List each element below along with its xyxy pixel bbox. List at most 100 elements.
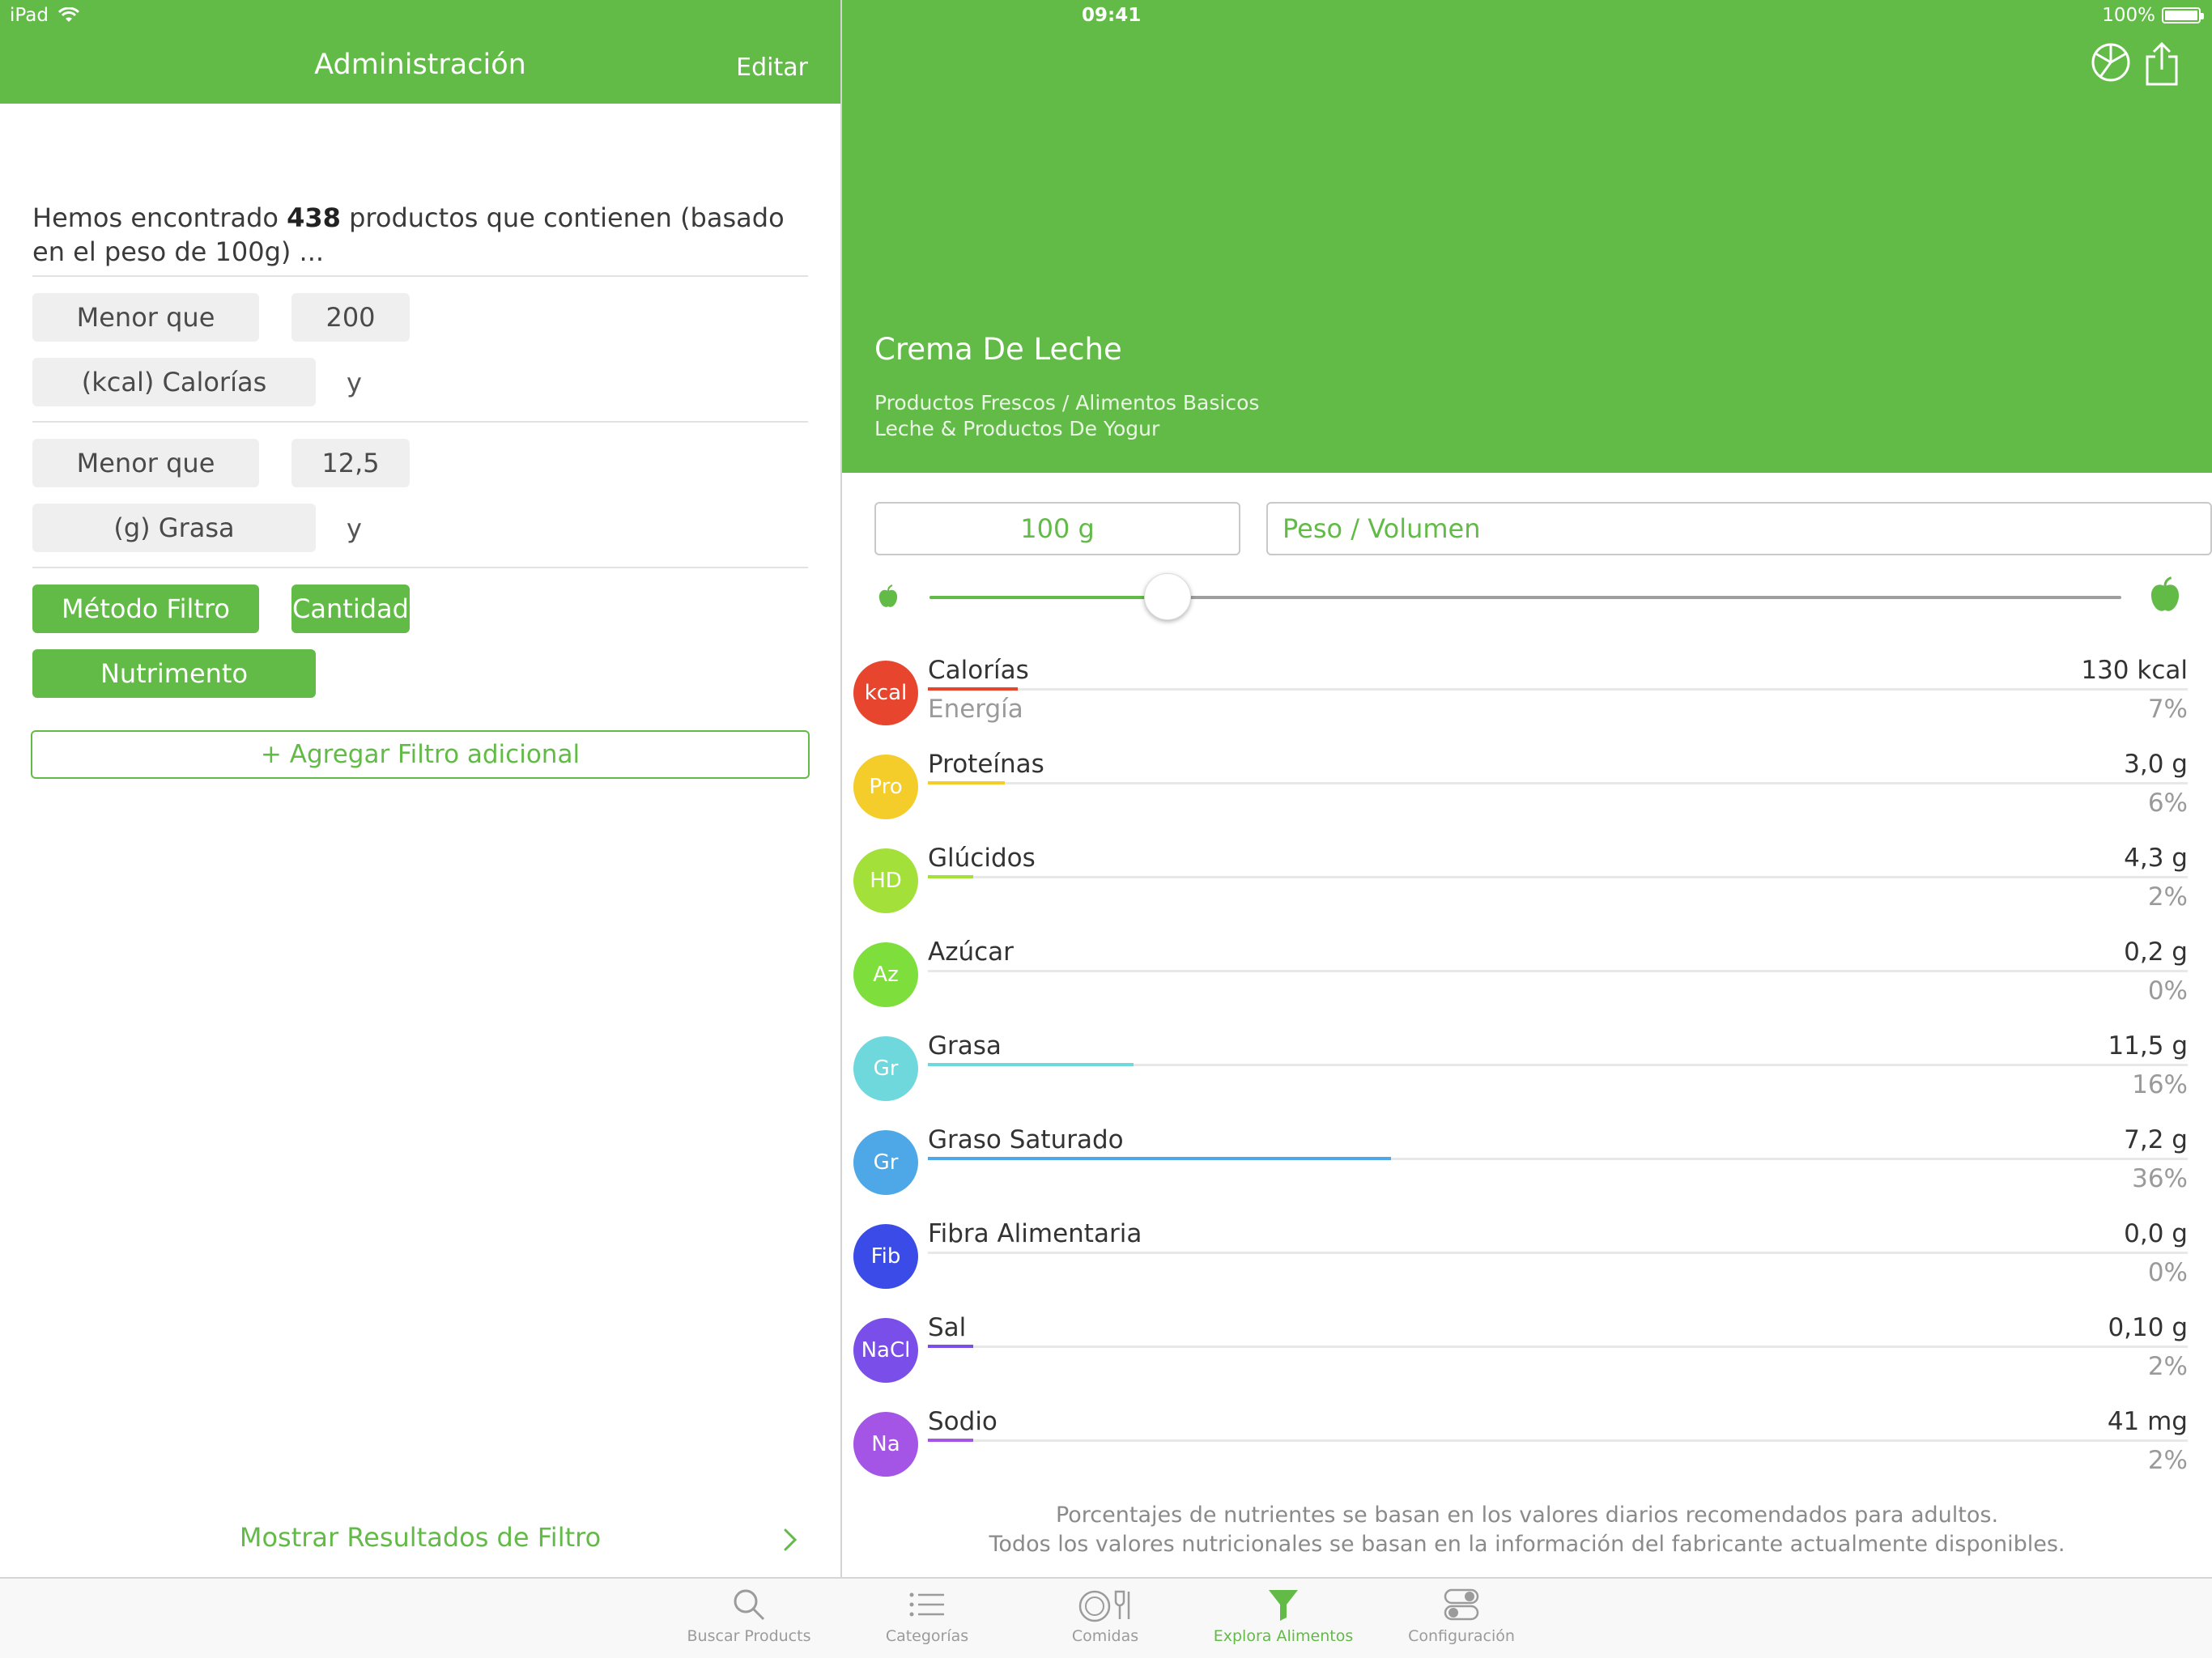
tab-meals[interactable]: Comidas [1016, 1587, 1194, 1645]
filter-2-value[interactable]: 12,5 [291, 439, 410, 487]
list-icon [909, 1592, 944, 1617]
divider [32, 567, 808, 568]
divider [32, 275, 808, 277]
nutrient-amount: 0,2 g [2124, 937, 2188, 967]
device-label: iPad [10, 5, 49, 26]
nutrient-percent: 2% [2147, 1446, 2188, 1475]
nutrient-row[interactable]: Pro Proteínas 3,0 g 6% [842, 742, 2212, 835]
nutrient-bar-track [928, 1252, 2188, 1254]
nutrient-bar-track [928, 1063, 2188, 1066]
search-icon [734, 1589, 765, 1621]
nutrient-badge: Gr [853, 1036, 918, 1101]
nutrient-name: Sal [928, 1313, 967, 1342]
nutrient-bar-track [928, 1157, 2188, 1160]
battery-percent: 100% [2102, 5, 2155, 26]
nutrient-name: Grasa [928, 1031, 1002, 1061]
nutrient-percent: 0% [2147, 1258, 2188, 1287]
nutrient-amount: 41 mg [2107, 1407, 2188, 1436]
nutrient-row[interactable]: Fib Fibra Alimentaria 0,0 g 0% [842, 1211, 2212, 1305]
nutrient-name: Glúcidos [928, 844, 1036, 873]
chevron-right-icon[interactable] [776, 1525, 805, 1554]
nutrient-bar [928, 875, 973, 878]
nutrient-amount: 3,0 g [2124, 750, 2188, 779]
nutrient-row[interactable]: NaCl Sal 0,10 g 2% [842, 1305, 2212, 1399]
portion-slider-thumb[interactable] [1144, 573, 1192, 620]
nutrient-bar-track [928, 875, 2188, 878]
portion-slider-track[interactable] [929, 596, 2121, 599]
nutrient-name: Proteínas [928, 750, 1044, 779]
filter-2-nutrient[interactable]: (g) Grasa [32, 504, 316, 552]
nutrient-name: Calorías [928, 656, 1029, 685]
nutrient-name: Sodio [928, 1407, 998, 1436]
nutrient-bar-track [928, 687, 2188, 691]
nutrient-row[interactable]: Gr Grasa 11,5 g 16% [842, 1023, 2212, 1117]
nutrient-percent: 16% [2132, 1070, 2188, 1099]
nutrient-bar [928, 781, 1006, 784]
nutrient-name: Graso Saturado [928, 1125, 1124, 1154]
quantity-button[interactable]: Cantidad [291, 585, 410, 633]
nutrient-badge: NaCl [853, 1318, 918, 1383]
nutrient-row[interactable]: Gr Graso Saturado 7,2 g 36% [842, 1117, 2212, 1211]
tab-explore-foods[interactable]: Explora Alimentos [1194, 1587, 1372, 1645]
nutrient-bar-track [928, 1439, 2188, 1442]
add-filter-button[interactable]: + Agregar Filtro adicional [31, 730, 810, 779]
nutrient-amount: 0,0 g [2124, 1219, 2188, 1248]
nutrient-badge: Az [853, 942, 918, 1007]
filter-1-comparator[interactable]: Menor que [32, 293, 259, 342]
nutrient-badge: Gr [853, 1130, 918, 1195]
detail-panel: Crema De Leche Productos Frescos / Alime… [842, 0, 2212, 1577]
filter-method-button[interactable]: Método Filtro [32, 585, 259, 633]
nutrient-percent: 2% [2147, 1352, 2188, 1381]
nutrient-button[interactable]: Nutrimento [32, 649, 316, 698]
product-name: Crema De Leche [874, 332, 1122, 367]
nutrient-badge: Fib [853, 1224, 918, 1289]
nutrient-bar [928, 1345, 973, 1348]
results-summary: Hemos encontrado 438 productos que conti… [32, 202, 785, 267]
nutrient-bar-track [928, 1345, 2188, 1348]
divider [32, 421, 808, 423]
large-apple-icon [2150, 576, 2180, 611]
nutrient-percent: 2% [2147, 882, 2188, 912]
footnote: Porcentajes de nutrientes se basan en lo… [989, 1503, 2065, 1557]
filter-1-nutrient[interactable]: (kcal) Calorías [32, 358, 316, 406]
nutrient-bar [928, 1063, 1134, 1066]
tab-bar: Buscar Products Categorías Comidas Explo… [0, 1577, 2212, 1658]
toggles-icon [1444, 1588, 1479, 1621]
edit-button[interactable]: Editar [736, 53, 808, 82]
pie-chart-icon[interactable] [2089, 40, 2133, 84]
quantity-input[interactable]: 100 g [874, 502, 1240, 555]
nutrient-amount: 130 kcal [2081, 656, 2188, 685]
nutrient-name: Fibra Alimentaria [928, 1219, 1142, 1248]
nutrient-row[interactable]: HD Glúcidos 4,3 g 2% [842, 835, 2212, 929]
share-icon[interactable] [2142, 40, 2181, 87]
nutrient-amount: 11,5 g [2108, 1031, 2188, 1061]
nutrient-badge: HD [853, 848, 918, 913]
filter-2-comparator[interactable]: Menor que [32, 439, 259, 487]
nutrient-bar [928, 1439, 973, 1442]
nutrient-amount: 4,3 g [2124, 844, 2188, 873]
nutrient-bar-track [928, 970, 2188, 972]
status-bar: iPad 09:41 100% [0, 0, 2212, 32]
nutrient-amount: 0,10 g [2108, 1313, 2188, 1342]
nutrient-percent: 6% [2147, 789, 2188, 818]
nutrient-percent: 36% [2132, 1164, 2188, 1193]
nutrient-bar [928, 687, 1019, 691]
plate-icon [1078, 1590, 1130, 1622]
nutrient-badge: kcal [853, 661, 918, 725]
nutrient-badge: Pro [853, 755, 918, 819]
tab-categories[interactable]: Categorías [838, 1587, 1016, 1645]
tab-search-products[interactable]: Buscar Products [660, 1587, 838, 1645]
nutrient-row[interactable]: Na Sodio 41 mg 2% [842, 1399, 2212, 1493]
nutrient-percent: 0% [2147, 976, 2188, 1005]
nutrient-bar-track [928, 781, 2188, 784]
unit-selector[interactable]: Peso / Volumen [1266, 502, 2212, 555]
clock: 09:41 [1082, 5, 1142, 26]
nutrient-row[interactable]: Az Azúcar 0,2 g 0% [842, 929, 2212, 1023]
filter-1-value[interactable]: 200 [291, 293, 410, 342]
tab-settings[interactable]: Configuración [1372, 1587, 1551, 1645]
nutrient-row[interactable]: kcal Calorías Energía 130 kcal 7% [842, 648, 2212, 742]
filter-icon [1269, 1590, 1298, 1621]
show-results-link[interactable]: Mostrar Resultados de Filtro [0, 1522, 840, 1553]
nutrient-amount: 7,2 g [2124, 1125, 2188, 1154]
nutrient-percent: 7% [2147, 695, 2188, 724]
